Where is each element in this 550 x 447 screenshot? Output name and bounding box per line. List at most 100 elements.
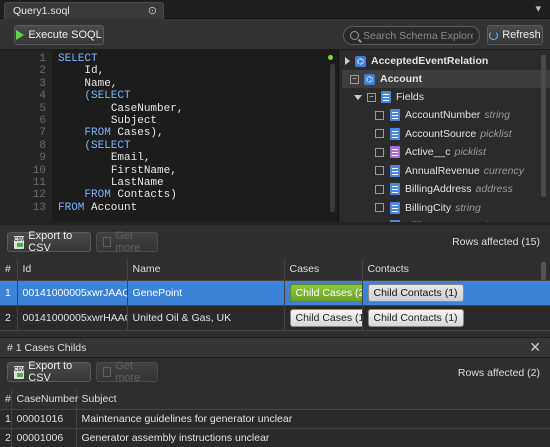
column-header[interactable]: # bbox=[0, 390, 12, 410]
field-name: Active__c bbox=[405, 146, 451, 158]
tree-item-account[interactable]: − ⌬ Account bbox=[342, 70, 550, 88]
tree-field-item[interactable]: AccountNumber string bbox=[342, 106, 550, 124]
editor-vertical-scrollbar[interactable] bbox=[330, 64, 335, 212]
column-header[interactable]: CaseNumber bbox=[11, 390, 78, 410]
expand-arrow-icon[interactable] bbox=[345, 57, 350, 65]
field-checkbox[interactable] bbox=[375, 203, 384, 212]
soql-keyword: (SELECT bbox=[84, 90, 131, 103]
field-name: BillingCity bbox=[405, 201, 452, 214]
line-number: 5 bbox=[39, 102, 46, 115]
field-checkbox[interactable] bbox=[375, 129, 384, 138]
window-menu-icon[interactable]: ▾ bbox=[535, 2, 541, 15]
cell-subject[interactable]: Maintenance guidelines for generator unc… bbox=[76, 409, 550, 429]
field-icon bbox=[390, 201, 400, 214]
execute-soql-label: Execute SOQL bbox=[28, 29, 102, 41]
column-header[interactable]: Contacts bbox=[362, 259, 550, 281]
tree-item-fields[interactable]: − Fields bbox=[342, 88, 550, 106]
table-row[interactable]: 1 00001016 Maintenance guidelines for ge… bbox=[0, 409, 550, 429]
fields-label: Fields bbox=[396, 91, 425, 103]
cell-casenumber[interactable]: 00001016 bbox=[11, 409, 77, 429]
cell-name[interactable]: United Oil & Gas, UK bbox=[127, 305, 285, 331]
tree-field-item[interactable]: AccountSource picklist bbox=[342, 125, 550, 143]
column-header[interactable]: Cases bbox=[284, 259, 363, 281]
cell-name[interactable]: GenePoint bbox=[127, 280, 285, 306]
cell-id[interactable]: 00141000005xwrHAAQ bbox=[17, 305, 128, 331]
export-csv-button[interactable]: CSV Export to CSV bbox=[7, 230, 91, 254]
schema-search[interactable] bbox=[343, 26, 480, 45]
soql-editor[interactable]: 1 SELECT 2 Id, 3 Name, 4 (SELECT 5 CaseNumber… bbox=[0, 50, 338, 222]
tab-close-icon[interactable]: ⊙ bbox=[148, 4, 157, 17]
code-text: Cases), bbox=[110, 127, 164, 140]
field-icon bbox=[390, 164, 400, 177]
column-header[interactable]: Name bbox=[127, 259, 285, 281]
tree-field-item[interactable]: Active__c picklist bbox=[342, 143, 550, 161]
code-text: Id, bbox=[84, 65, 105, 78]
fields-folder-icon bbox=[381, 91, 391, 103]
code-text: LastName bbox=[110, 177, 164, 189]
field-icon bbox=[390, 109, 400, 121]
column-header[interactable]: Id bbox=[17, 259, 128, 281]
tree-scrollbar[interactable] bbox=[541, 55, 546, 197]
collapse-box-icon[interactable]: − bbox=[350, 74, 359, 84]
cell-contacts: Child Contacts (1) bbox=[362, 305, 550, 331]
field-type: address bbox=[475, 183, 513, 195]
refresh-button[interactable]: Refresh bbox=[487, 25, 543, 45]
field-checkbox[interactable] bbox=[375, 166, 384, 175]
cell-id[interactable]: 00141000005xwrJAAQ bbox=[17, 280, 128, 306]
line-number: 7 bbox=[39, 127, 46, 140]
close-icon[interactable]: ✕ bbox=[529, 339, 541, 356]
export-csv-label: Export to CSV bbox=[28, 230, 73, 254]
soql-keyword: (SELECT bbox=[84, 139, 131, 152]
collapse-box-icon[interactable]: − bbox=[367, 92, 376, 102]
column-header[interactable]: # bbox=[0, 259, 18, 281]
csv-icon: CSV bbox=[14, 235, 25, 249]
status-dot-icon bbox=[328, 55, 333, 60]
collapse-arrow-icon[interactable] bbox=[354, 94, 362, 100]
line-number: 4 bbox=[39, 90, 46, 103]
code-text: FirstName, bbox=[110, 164, 177, 177]
cell-cases: Child Cases (1) bbox=[284, 305, 363, 331]
rows-affected-label: Rows affected (15) bbox=[452, 236, 540, 248]
child-get-more-button[interactable]: Get more bbox=[96, 360, 158, 384]
execute-soql-button[interactable]: Execute SOQL bbox=[14, 25, 104, 45]
export-csv-label: Export to CSV bbox=[28, 360, 73, 384]
tree-item-acceptedeventrelation[interactable]: ⌬ AcceptedEventRelation bbox=[342, 52, 550, 70]
code-line: Subject bbox=[58, 115, 157, 127]
child-export-csv-button[interactable]: CSV Export to CSV bbox=[7, 360, 91, 384]
code-text: Subject bbox=[110, 115, 158, 127]
tree-field-item[interactable]: AnnualRevenue currency bbox=[342, 162, 550, 180]
field-checkbox[interactable] bbox=[375, 110, 384, 120]
schema-search-input[interactable] bbox=[363, 29, 473, 42]
code-line: LastName bbox=[58, 177, 164, 189]
child-contacts-button[interactable]: Child Contacts (1) bbox=[367, 283, 464, 302]
get-more-button[interactable]: Get more bbox=[96, 230, 158, 254]
child-contacts-button[interactable]: Child Contacts (1) bbox=[367, 308, 464, 327]
line-number: 8 bbox=[39, 139, 46, 152]
line-number: 1 bbox=[39, 53, 46, 65]
line-number: 12 bbox=[32, 189, 46, 202]
soql-keyword: FROM bbox=[58, 201, 85, 214]
field-icon bbox=[390, 183, 400, 195]
table-row[interactable]: 2 00141000005xwrHAAQ United Oil & Gas, U… bbox=[0, 305, 550, 331]
table-row[interactable]: 1 00141000005xwrJAAQ GenePoint Child Cas… bbox=[0, 280, 550, 306]
cell-subject[interactable]: Generator assembly instructions unclear bbox=[76, 428, 550, 447]
row-number: 1 bbox=[0, 409, 12, 429]
code-line: (SELECT bbox=[58, 139, 131, 152]
field-checkbox[interactable] bbox=[375, 147, 384, 157]
line-number: 11 bbox=[32, 177, 46, 189]
table-row[interactable]: 2 00001006 Generator assembly instructio… bbox=[0, 428, 550, 447]
tree-field-item[interactable]: BillingCity string bbox=[342, 199, 550, 217]
column-header[interactable]: Subject bbox=[76, 390, 550, 410]
results-scrollbar[interactable] bbox=[541, 262, 546, 280]
code-line: FirstName, bbox=[58, 165, 177, 177]
cell-casenumber[interactable]: 00001006 bbox=[11, 428, 77, 447]
tree-field-item[interactable]: BillingAddress address bbox=[342, 180, 550, 198]
field-checkbox[interactable] bbox=[375, 184, 384, 194]
tab-query1[interactable]: Query1.soql ⊙ bbox=[4, 2, 164, 19]
line-number: 6 bbox=[39, 115, 46, 127]
child-cases-button[interactable]: Child Cases (1) bbox=[289, 308, 361, 327]
child-cases-button[interactable]: Child Cases (2) bbox=[289, 283, 361, 302]
